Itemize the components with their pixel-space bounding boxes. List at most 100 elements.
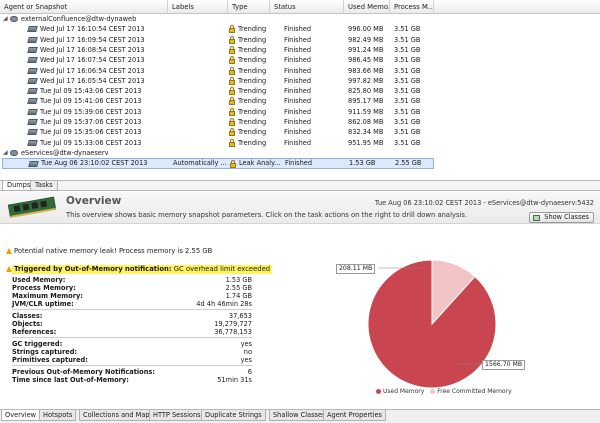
snapshot-process-memory: 2.55 GB xyxy=(395,159,422,168)
object-stat-value: 36,778,153 xyxy=(214,328,252,336)
lock-icon xyxy=(229,56,235,65)
memory-stat-value: 4d 4h 46min 28s xyxy=(196,300,252,308)
col-type-header[interactable]: Type xyxy=(228,0,270,14)
snapshot-icon xyxy=(27,57,38,64)
tab-overview[interactable]: Overview xyxy=(1,410,41,421)
snapshot-row[interactable]: Tue Jul 09 15:41:06 CEST 2013 Trending Fin… xyxy=(0,96,600,106)
overview-title: Overview xyxy=(66,195,122,207)
snapshot-process-memory: 3.51 GB xyxy=(394,76,421,85)
dumps-tasks-tabs: Dumps Tasks xyxy=(0,181,600,191)
gc-stat-row: Primitives captured: yes xyxy=(12,356,252,364)
snapshot-row[interactable]: Wed Jul 17 16:08:54 CEST 2013 Trending Fin… xyxy=(0,45,600,55)
memory-stat-row: Maximum Memory: 1.74 GB xyxy=(12,292,252,300)
snapshot-row[interactable]: Tue Jul 09 15:39:06 CEST 2013 Trending Fin… xyxy=(0,107,600,117)
snapshot-icon xyxy=(27,26,38,33)
oom-prefix: Triggered by Out-of-Memory notification: xyxy=(14,265,172,273)
snapshot-date: Tue Jul 09 15:33:06 CEST 2013 xyxy=(40,138,142,147)
tab-agent-properties[interactable]: Agent Properties xyxy=(323,410,386,421)
snapshot-type: Trending xyxy=(238,87,267,96)
object-stat-value: 19,279,727 xyxy=(214,320,252,328)
col-status-header[interactable]: Status xyxy=(270,0,344,14)
memory-stat-value: 1.74 GB xyxy=(225,292,252,300)
snapshot-status: Finished xyxy=(284,87,312,96)
used-memory-data-label: 1566.70 MB xyxy=(482,360,526,370)
snapshot-status: Finished xyxy=(284,25,312,34)
tab-duplicate-strings[interactable]: Duplicate Strings xyxy=(201,410,266,421)
snapshot-date: Tue Jul 09 15:43:06 CEST 2013 xyxy=(40,87,142,96)
table-header: Agent or Snapshot Labels Type Status Use… xyxy=(0,0,600,14)
col-process-header[interactable]: Process M... xyxy=(390,0,434,14)
lock-icon xyxy=(229,25,235,34)
col-agent-header[interactable]: Agent or Snapshot xyxy=(0,0,168,14)
snapshot-icon xyxy=(28,161,39,168)
snapshot-date: Wed Jul 17 16:07:54 CEST 2013 xyxy=(40,56,145,65)
snapshot-date: Tue Aug 06 23:10:02 CEST 2013 xyxy=(41,159,148,168)
snapshot-row[interactable]: Wed Jul 17 16:05:54 CEST 2013 Trending Fin… xyxy=(0,76,600,86)
snapshot-type: Trending xyxy=(238,97,267,106)
snapshot-status: Finished xyxy=(284,66,312,75)
snapshot-used-memory: 895.17 MB xyxy=(348,97,384,106)
lock-icon xyxy=(229,97,235,106)
snapshot-row[interactable]: Tue Aug 06 23:10:02 CEST 2013 Automatical… xyxy=(2,158,434,170)
overview-description: This overview shows basic memory snapsho… xyxy=(66,211,468,219)
agent-row[interactable]: ◢ eServices@dtw-dynaeserv xyxy=(0,148,600,158)
object-stat-label: References: xyxy=(12,328,57,336)
lock-icon xyxy=(229,138,235,147)
snapshot-icon xyxy=(27,77,38,84)
agent-row[interactable]: ◢ externalConfluence@dtw-dynaweb xyxy=(0,14,600,24)
snapshot-type: Trending xyxy=(238,138,267,147)
gc-stat-label: GC triggered: xyxy=(12,340,63,348)
snapshot-type: Trending xyxy=(238,35,267,44)
stats-separator xyxy=(12,337,252,338)
memory-stat-value: 2.55 GB xyxy=(225,284,252,292)
memory-stat-label: Maximum Memory: xyxy=(12,292,83,300)
oom-stat-value: 6 xyxy=(247,368,252,376)
col-used-header[interactable]: Used Memo... xyxy=(344,0,390,14)
snapshot-icon xyxy=(27,67,38,74)
stats-separator xyxy=(12,309,252,310)
legend-swatch-free xyxy=(430,388,436,394)
snapshot-date: Tue Aug 06 23:10:02 CEST 2013 - eService… xyxy=(374,199,594,207)
snapshot-row[interactable]: Wed Jul 17 16:06:54 CEST 2013 Trending Fin… xyxy=(0,66,600,76)
snapshot-row[interactable]: Wed Jul 17 16:10:54 CEST 2013 Trending Fin… xyxy=(0,24,600,34)
tab-tasks[interactable]: Tasks xyxy=(30,181,58,191)
snapshot-icon xyxy=(27,36,38,43)
agent-icon xyxy=(10,16,18,22)
tab-http-sessions[interactable]: HTTP Sessions xyxy=(149,410,205,421)
snapshot-type: Trending xyxy=(238,118,267,126)
oom-reason: GC overhead limit exceeded xyxy=(173,265,271,273)
tab-hotspots[interactable]: Hotspots xyxy=(39,410,77,421)
expand-triangle-icon[interactable]: ◢ xyxy=(3,14,8,24)
oom-stat-row: Previous Out-of-Memory Notifications: 6 xyxy=(12,368,252,376)
snapshot-row[interactable]: Tue Jul 09 15:43:06 CEST 2013 Trending Fin… xyxy=(0,86,600,96)
snapshot-row[interactable]: Tue Jul 09 15:33:06 CEST 2013 Trending Fin… xyxy=(0,138,600,148)
overview-panel: Overview This overview shows basic memor… xyxy=(0,192,600,409)
show-classes-button[interactable]: Show Classes xyxy=(529,212,594,223)
snapshot-used-memory: 951.95 MB xyxy=(348,138,384,147)
memory-stat-label: Used Memory: xyxy=(12,276,66,284)
oom-stat-value: 51min 31s xyxy=(217,376,252,384)
snapshot-used-memory: 996.00 MB xyxy=(348,25,384,34)
snapshot-row[interactable]: Wed Jul 17 16:09:54 CEST 2013 Trending Fin… xyxy=(0,35,600,45)
snapshot-process-memory: 3.51 GB xyxy=(394,45,421,54)
snapshot-status: Finished xyxy=(284,35,312,44)
snapshot-used-memory: 832.34 MB xyxy=(348,128,384,137)
expand-triangle-icon[interactable]: ◢ xyxy=(3,148,8,158)
snapshot-date: Tue Jul 09 15:41:06 CEST 2013 xyxy=(40,97,142,106)
col-labels-header[interactable]: Labels xyxy=(168,0,228,14)
snapshot-icon xyxy=(27,98,38,105)
analysis-tabs: Overview Hotspots Collections and Maps HTTP… xyxy=(0,409,600,423)
snapshot-row[interactable]: Wed Jul 17 16:07:54 CEST 2013 Trending Fin… xyxy=(0,55,600,65)
snapshot-used-memory: 911.59 MB xyxy=(348,107,384,116)
snapshot-type: Trending xyxy=(238,45,267,54)
tab-shallow-classes[interactable]: Shallow Classes xyxy=(269,410,330,421)
memory-stat-row: Used Memory: 1.53 GB xyxy=(12,276,252,284)
snapshot-row[interactable]: Tue Jul 09 15:35:06 CEST 2013 Trending Fin… xyxy=(0,127,600,137)
snapshot-type: Trending xyxy=(238,25,267,34)
snapshot-row[interactable]: Tue Jul 09 15:37:06 CEST 2013 Trending Fin… xyxy=(0,117,600,127)
snapshot-process-memory: 3.51 GB xyxy=(394,128,421,137)
agent-icon xyxy=(10,149,18,156)
tab-collections-and-maps[interactable]: Collections and Maps xyxy=(79,410,157,421)
gc-stat-label: Strings captured: xyxy=(12,348,78,356)
snapshot-icon xyxy=(27,119,38,125)
